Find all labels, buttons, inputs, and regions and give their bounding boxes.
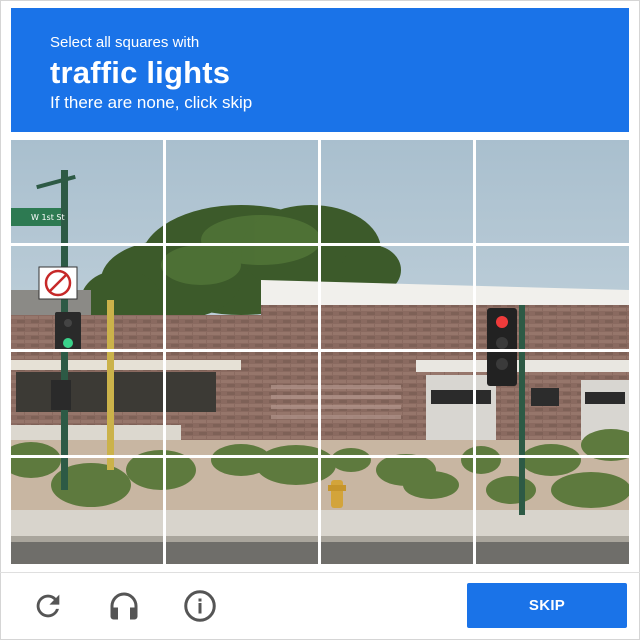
skip-hint-text: If there are none, click skip bbox=[50, 93, 253, 112]
headphones-icon[interactable] bbox=[106, 588, 142, 624]
tile-r3-c1[interactable] bbox=[11, 352, 163, 455]
skip-button[interactable]: SKIP bbox=[467, 583, 627, 628]
tile-r3-c4[interactable] bbox=[476, 352, 629, 455]
challenge-header: Select all squares with traffic lights I… bbox=[11, 8, 629, 132]
instruction-text: Select all squares with bbox=[50, 34, 200, 51]
reload-icon[interactable] bbox=[30, 588, 66, 624]
tile-r4-c2[interactable] bbox=[166, 458, 318, 564]
footer-divider bbox=[0, 572, 640, 573]
tile-r1-c1[interactable] bbox=[11, 140, 163, 243]
tile-r2-c1[interactable] bbox=[11, 246, 163, 349]
tile-r4-c4[interactable] bbox=[476, 458, 629, 564]
image-grid: W 1st St bbox=[11, 140, 629, 564]
tile-r2-c3[interactable] bbox=[321, 246, 473, 349]
tile-r2-c2[interactable] bbox=[166, 246, 318, 349]
tile-r1-c3[interactable] bbox=[321, 140, 473, 243]
tile-r3-c2[interactable] bbox=[166, 352, 318, 455]
tile-r1-c2[interactable] bbox=[166, 140, 318, 243]
tile-r4-c3[interactable] bbox=[321, 458, 473, 564]
tile-r3-c3[interactable] bbox=[321, 352, 473, 455]
info-icon[interactable] bbox=[182, 588, 218, 624]
target-object-text: traffic lights bbox=[50, 55, 231, 90]
tile-r2-c4[interactable] bbox=[476, 246, 629, 349]
tile-r4-c1[interactable] bbox=[11, 458, 163, 564]
tile-r1-c4[interactable] bbox=[476, 140, 629, 243]
